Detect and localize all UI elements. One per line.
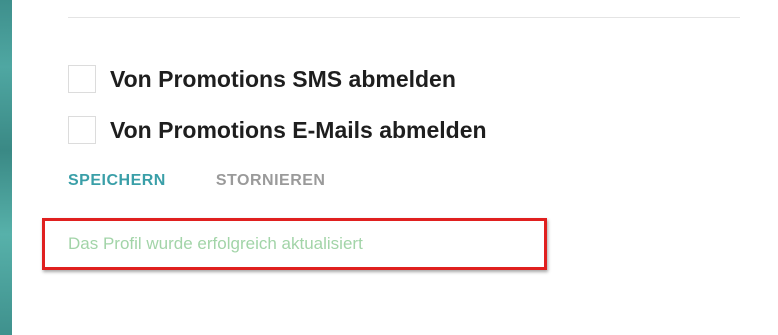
sms-unsubscribe-label: Von Promotions SMS abmelden [110, 65, 456, 92]
cancel-button[interactable]: STORNIEREN [216, 172, 326, 190]
sms-unsubscribe-option[interactable]: Von Promotions SMS abmelden [68, 63, 456, 95]
email-unsubscribe-option[interactable]: Von Promotions E-Mails abmelden [68, 114, 487, 146]
success-message: Das Profil wurde erfolgreich aktualisier… [68, 234, 363, 253]
form-actions: SPEICHERN STORNIEREN [68, 172, 325, 190]
left-decorative-strip [0, 0, 12, 335]
sms-unsubscribe-checkbox[interactable] [68, 65, 96, 93]
email-unsubscribe-checkbox[interactable] [68, 116, 96, 144]
profile-settings-page: Von Promotions SMS abmelden Von Promotio… [0, 0, 778, 335]
email-unsubscribe-label: Von Promotions E-Mails abmelden [110, 116, 487, 143]
section-divider [68, 17, 740, 18]
save-button[interactable]: SPEICHERN [68, 172, 166, 190]
